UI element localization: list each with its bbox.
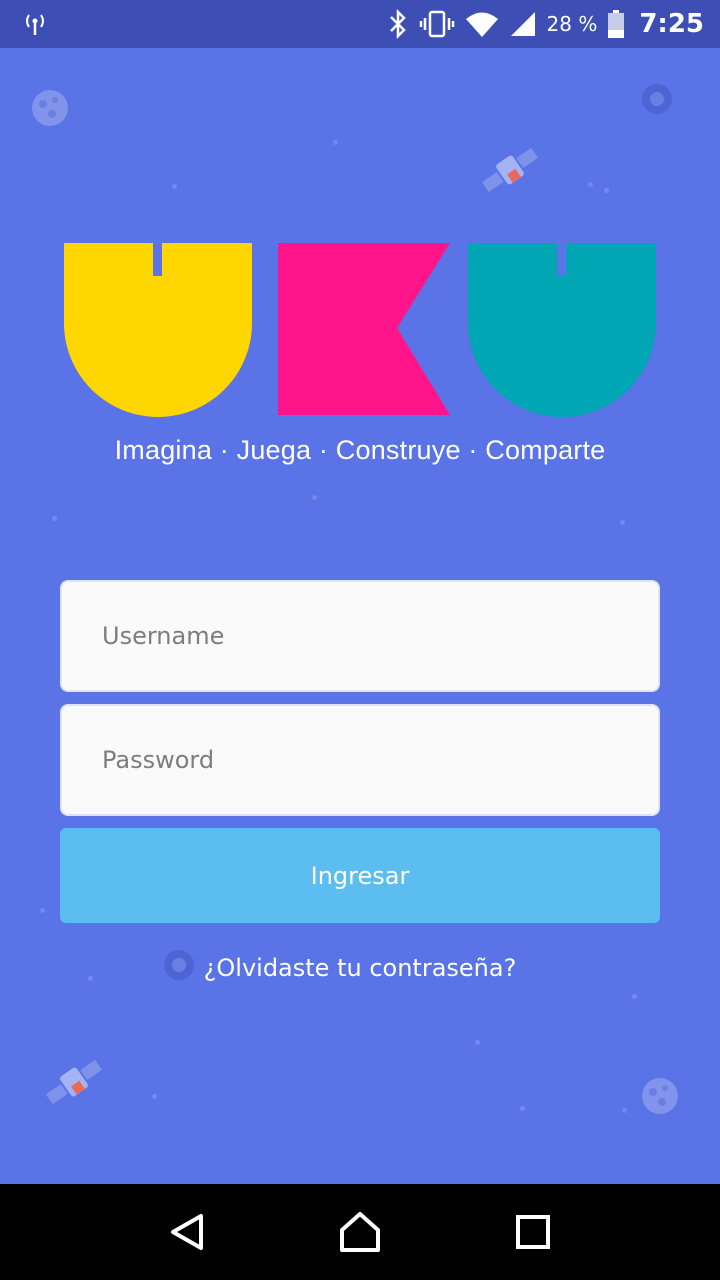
recents-icon (516, 1215, 551, 1249)
battery-percent: 28 % (546, 12, 598, 36)
bluetooth-icon (387, 9, 409, 39)
navigation-bar (0, 1184, 720, 1280)
status-right: 28 % 7:25 (387, 9, 704, 39)
recents-button[interactable] (498, 1197, 568, 1267)
logo-tagline: Imagina · Juega · Construye · Comparte (114, 435, 606, 465)
login-screen: Imagina · Juega · Construye · Comparte I… (0, 48, 720, 1184)
home-button[interactable] (325, 1197, 395, 1267)
home-icon (339, 1212, 380, 1252)
login-button[interactable]: Ingresar (60, 828, 660, 923)
username-input[interactable] (60, 580, 660, 692)
password-input[interactable] (60, 704, 660, 816)
uku-logo (64, 243, 656, 417)
planet-icon (642, 84, 672, 114)
logo-letter-k-pink (278, 243, 450, 415)
battery-icon (607, 9, 625, 39)
forgot-password-link[interactable]: ¿Olvidaste tu contraseña? (0, 954, 720, 982)
planet-icon (32, 90, 68, 126)
radio-tower-icon (22, 11, 48, 37)
vibrate-icon (419, 9, 455, 39)
status-bar: 28 % 7:25 (0, 0, 720, 48)
planet-icon (642, 1078, 678, 1114)
back-icon (170, 1214, 203, 1250)
wifi-icon (465, 10, 499, 38)
cellular-signal-icon (509, 10, 537, 38)
back-button[interactable] (152, 1197, 222, 1267)
logo-letter-u-teal (468, 243, 656, 417)
logo-letter-u-yellow (64, 243, 252, 417)
satellite-icon (481, 147, 539, 193)
clock: 7:25 (639, 9, 704, 39)
satellite-icon (45, 1059, 103, 1105)
status-left (22, 11, 387, 37)
